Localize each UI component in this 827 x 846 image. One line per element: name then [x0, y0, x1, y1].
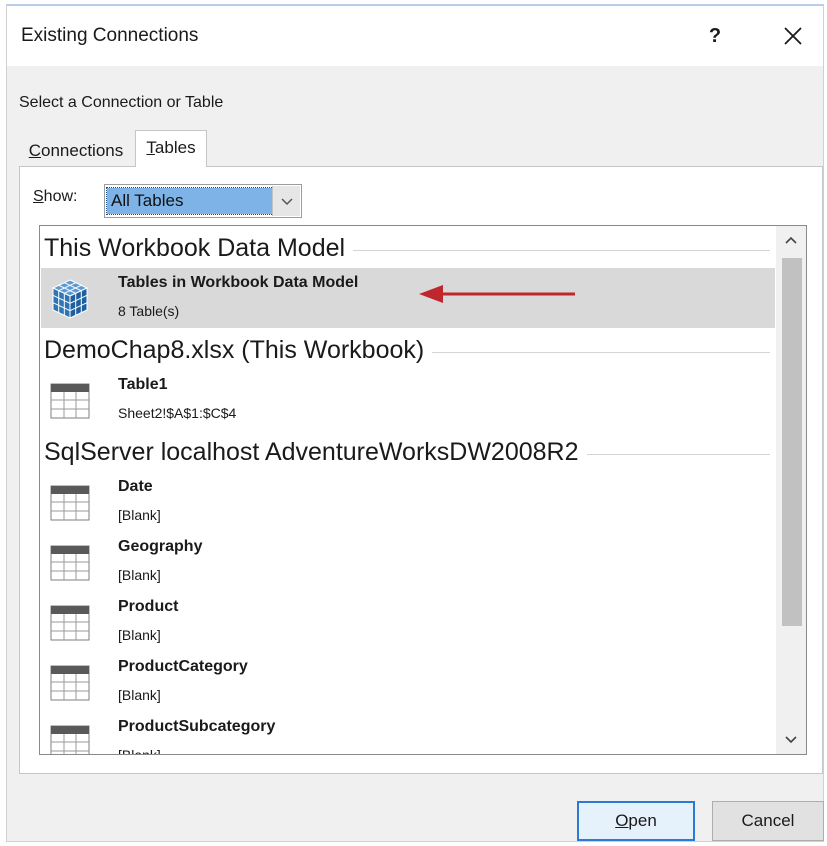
show-dropdown-arrow[interactable]: [272, 186, 300, 216]
list-item-geography[interactable]: Geography [Blank]: [41, 532, 775, 592]
annotation-arrow-icon: [419, 285, 575, 303]
open-button-label: pen: [628, 811, 657, 830]
close-icon: [784, 27, 802, 45]
list-item-tables-in-data-model[interactable]: Tables in Workbook Data Model 8 Table(s): [41, 268, 775, 328]
list-item-productcategory[interactable]: ProductCategory [Blank]: [41, 652, 775, 712]
tab-connections-mnemonic: C: [28, 141, 42, 160]
scroll-down-button[interactable]: [776, 726, 806, 754]
open-button-mnemonic: O: [615, 811, 629, 830]
show-label: Show:: [33, 188, 77, 206]
show-label-text: how:: [43, 188, 78, 205]
item-name: Table1: [118, 376, 168, 393]
table-icon: [50, 665, 90, 701]
help-button[interactable]: ?: [695, 16, 735, 56]
list-item-product[interactable]: Product [Blank]: [41, 592, 775, 652]
tab-tables-mnemonic: T: [146, 138, 155, 157]
item-subtext: Sheet2!$A$1:$C$4: [118, 405, 237, 421]
close-button[interactable]: [773, 16, 813, 56]
item-subtext: [Blank]: [118, 567, 161, 583]
group-header-this-workbook: DemoChap8.xlsx (This Workbook): [44, 336, 770, 365]
scroll-thumb[interactable]: [782, 258, 802, 626]
data-model-cube-icon: [51, 279, 89, 319]
group-header-workbook-data-model: This Workbook Data Model: [44, 234, 770, 263]
group-header-label: This Workbook Data Model: [44, 234, 346, 262]
item-subtext: 8 Table(s): [118, 303, 180, 319]
item-name: ProductCategory: [118, 658, 248, 675]
vertical-scrollbar[interactable]: [776, 226, 806, 754]
table-icon: [50, 605, 90, 641]
item-subtext: [Blank]: [118, 627, 161, 643]
item-subtext: [Blank]: [118, 507, 161, 523]
group-header-label: SqlServer localhost AdventureWorksDW2008…: [44, 438, 579, 466]
tab-connections-label: onnections: [41, 141, 124, 160]
group-header-sqlserver: SqlServer localhost AdventureWorksDW2008…: [44, 438, 770, 467]
list-item-date[interactable]: Date [Blank]: [41, 472, 775, 532]
group-divider: [353, 250, 770, 251]
group-divider: [432, 352, 770, 353]
show-dropdown[interactable]: All Tables: [104, 184, 302, 218]
item-name: ProductSubcategory: [118, 718, 276, 735]
scroll-up-button[interactable]: [776, 226, 806, 254]
table-icon: [50, 545, 90, 581]
item-subtext: [Blank]: [118, 747, 161, 755]
existing-connections-dialog: Existing Connections ? Select a Connecti…: [6, 4, 824, 842]
chevron-up-icon: [785, 236, 797, 244]
show-dropdown-value: All Tables: [106, 187, 274, 215]
chevron-down-icon: [785, 736, 797, 744]
open-button[interactable]: Open: [577, 801, 695, 841]
tab-tables[interactable]: Tables: [135, 130, 207, 167]
table-icon: [50, 485, 90, 521]
list-item-productsubcategory[interactable]: ProductSubcategory [Blank]: [41, 712, 775, 755]
group-divider: [586, 454, 770, 455]
select-prompt-label: Select a Connection or Table: [19, 94, 224, 111]
tab-connections[interactable]: Connections: [21, 139, 131, 165]
table-icon: [50, 383, 90, 419]
item-name: Product: [118, 598, 179, 615]
list-item-table1[interactable]: Table1 Sheet2!$A$1:$C$4: [41, 370, 775, 430]
item-subtext: [Blank]: [118, 687, 161, 703]
item-name: Geography: [118, 538, 203, 555]
group-header-label: DemoChap8.xlsx (This Workbook): [44, 336, 425, 364]
tab-tables-label: ables: [154, 138, 196, 157]
title-bar: Existing Connections ?: [7, 6, 823, 66]
show-label-mnemonic: S: [33, 188, 44, 205]
item-name: Tables in Workbook Data Model: [118, 274, 359, 291]
dialog-title: Existing Connections: [21, 25, 199, 46]
cancel-button[interactable]: Cancel: [712, 801, 824, 841]
chevron-down-icon: [280, 198, 293, 206]
item-name: Date: [118, 478, 153, 495]
table-icon: [50, 725, 90, 754]
